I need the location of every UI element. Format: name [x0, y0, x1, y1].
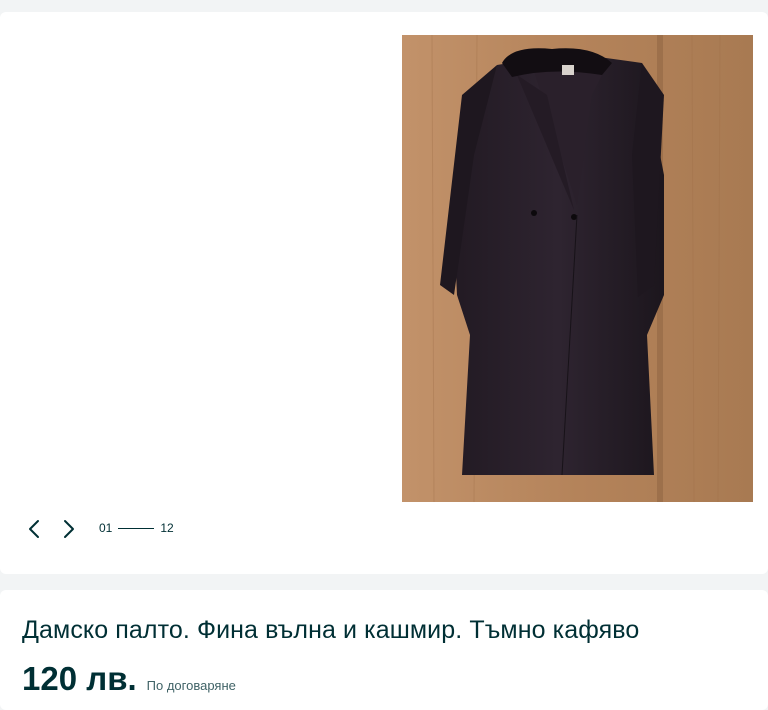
counter-divider — [118, 527, 155, 529]
image-gallery: 01 12 — [0, 12, 768, 574]
chevron-right-icon — [64, 520, 74, 538]
price-row: 120 лв. По договаряне — [22, 660, 236, 698]
listing-title: Дамско палто. Фина вълна и кашмир. Тъмно… — [22, 616, 640, 644]
previous-image-button[interactable] — [24, 517, 44, 541]
listing-info: Дамско палто. Фина вълна и кашмир. Тъмно… — [0, 590, 768, 710]
next-image-button[interactable] — [59, 517, 79, 541]
chevron-left-icon — [29, 520, 39, 538]
image-counter: 01 12 — [99, 520, 174, 536]
total-images-number: 12 — [160, 521, 174, 535]
listing-price: 120 лв. — [22, 660, 137, 697]
current-image-number: 01 — [99, 521, 113, 535]
listing-photo[interactable] — [402, 35, 753, 502]
price-negotiable-note: По договаряне — [146, 678, 236, 693]
